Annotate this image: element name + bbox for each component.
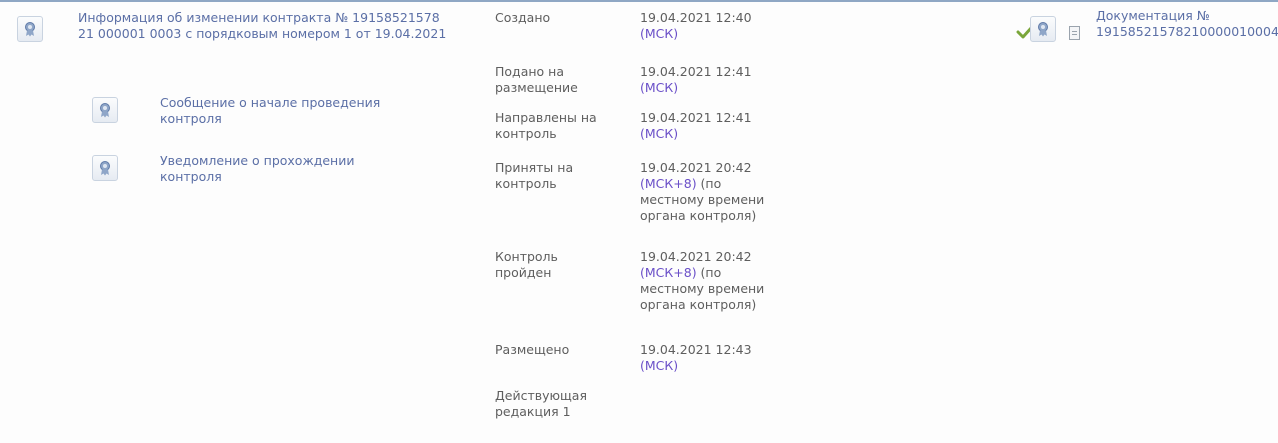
event-date: 19.04.2021 12:41 xyxy=(640,110,752,125)
event-timezone: (МСК) xyxy=(640,26,679,41)
control-pass-notice-link[interactable]: Уведомление о прохождении контроля xyxy=(160,153,420,185)
certificate-seal-icon xyxy=(98,102,112,118)
document-icon[interactable] xyxy=(1069,26,1080,40)
event-label: Контроль пройден xyxy=(495,249,558,280)
event-datetime: 19.04.2021 12:41 (МСК) xyxy=(640,64,790,96)
current-revision-label: Действующая редакция 1 xyxy=(495,388,587,419)
event-datetime: 19.04.2021 12:43 (МСК) xyxy=(640,342,790,374)
event-timezone: (МСК+8) xyxy=(640,176,697,191)
control-start-message-link[interactable]: Сообщение о начале проведения контроля xyxy=(160,95,420,127)
event-timezone: (МСК) xyxy=(640,358,679,373)
control-pass-signature-button[interactable] xyxy=(92,155,118,181)
event-datetime: 19.04.2021 20:42 (МСК+8) (по местному вр… xyxy=(640,249,780,313)
event-date: 19.04.2021 20:42 xyxy=(640,160,752,175)
documentation-link[interactable]: Документация № 19158521578210000010004 xyxy=(1096,8,1278,40)
event-datetime: 19.04.2021 12:41 (МСК) xyxy=(640,110,790,142)
event-label: Направлены на контроль xyxy=(495,110,597,141)
control-start-signature-button[interactable] xyxy=(92,97,118,123)
event-timezone: (МСК+8) xyxy=(640,265,697,280)
event-label: Подано на размещение xyxy=(495,64,578,95)
certificate-seal-icon xyxy=(23,21,37,37)
event-label: Размещено xyxy=(495,342,570,357)
contract-change-info-link[interactable]: Информация об изменении контракта № 1915… xyxy=(78,10,450,42)
contract-signature-button[interactable] xyxy=(17,16,43,42)
event-date: 19.04.2021 12:40 xyxy=(640,10,752,25)
documentation-signature-button[interactable] xyxy=(1030,16,1056,42)
event-datetime: 19.04.2021 20:42 (МСК+8) (по местному вр… xyxy=(640,160,780,224)
event-datetime: 19.04.2021 12:40 (МСК) xyxy=(640,10,790,42)
event-label: Приняты на контроль xyxy=(495,160,574,191)
event-date: 19.04.2021 12:43 xyxy=(640,342,752,357)
event-date: 19.04.2021 20:42 xyxy=(640,249,752,264)
event-timezone: (МСК) xyxy=(640,80,679,95)
certificate-seal-icon xyxy=(1036,21,1050,37)
event-timezone: (МСК) xyxy=(640,126,679,141)
certificate-seal-icon xyxy=(98,160,112,176)
event-label: Создано xyxy=(495,10,551,25)
top-divider xyxy=(0,0,1278,2)
event-date: 19.04.2021 12:41 xyxy=(640,64,752,79)
